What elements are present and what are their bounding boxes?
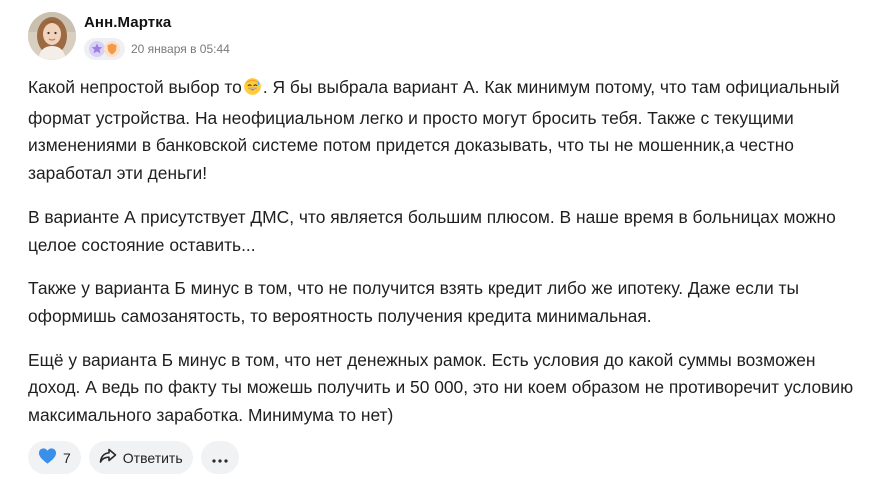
comment-paragraph: Какой непростой выбор то . Я бы выбрала …	[28, 74, 858, 188]
avatar[interactable]	[28, 12, 76, 60]
more-button[interactable]	[200, 441, 239, 474]
author-meta: 20 января в 05:44	[84, 38, 230, 60]
reply-button[interactable]: Ответить	[88, 441, 193, 474]
badge-group[interactable]	[84, 38, 125, 60]
comment-text: Какой непростой выбор то . Я бы выбрала …	[28, 74, 858, 446]
like-button[interactable]: 7	[28, 441, 81, 474]
paragraph-text: Какой непростой выбор то	[28, 77, 242, 97]
comment-actions: 7 Ответить	[28, 441, 239, 474]
comment-paragraph: Ещё у варианта Б минус в том, что нет де…	[28, 349, 854, 426]
shield-badge-icon	[103, 40, 121, 58]
reply-label: Ответить	[122, 449, 183, 466]
avatar-image	[28, 12, 76, 60]
heart-icon	[38, 447, 57, 468]
share-arrow-icon	[99, 448, 117, 467]
smiling-face-with-sweat-emoji-icon	[243, 77, 262, 105]
like-count: 7	[63, 449, 71, 466]
comment-date[interactable]: 20 января в 05:44	[131, 42, 230, 56]
comment-paragraph: В варианте А присутствует ДМС, что являе…	[28, 206, 836, 255]
comment-paragraph: Также у варианта Б минус в том, что не п…	[28, 278, 799, 326]
comment: Анн.Мартка 20 января в 05:44 Какой непро…	[0, 0, 882, 479]
author-name[interactable]: Анн.Мартка	[84, 14, 171, 31]
more-dots-icon	[212, 450, 228, 466]
